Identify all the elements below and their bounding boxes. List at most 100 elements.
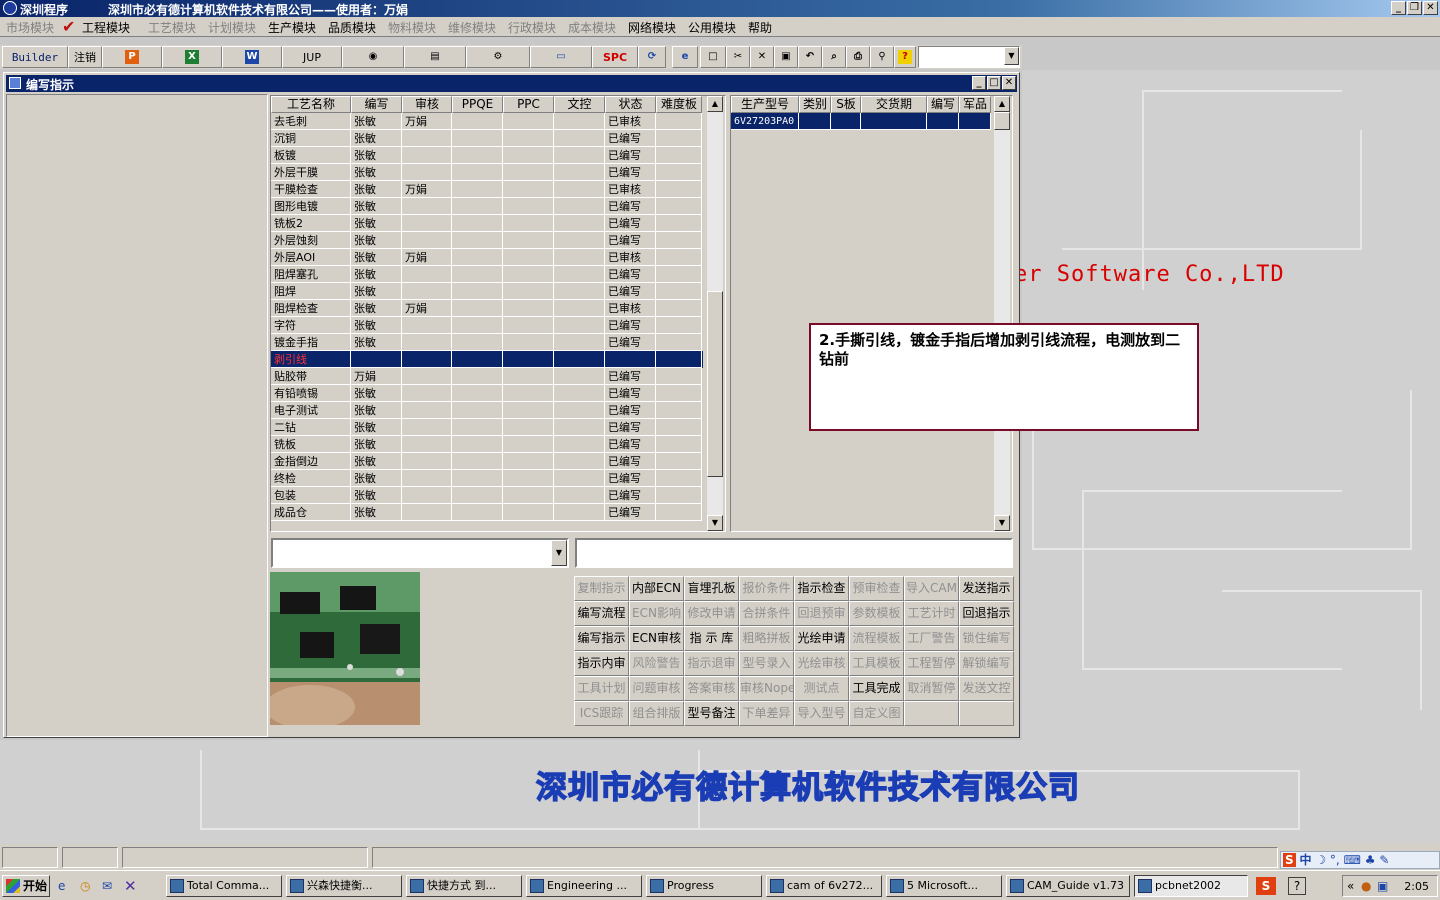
function-button[interactable]: 型号备注	[684, 701, 739, 726]
menu-production[interactable]: 生产模块	[268, 19, 316, 36]
function-button[interactable]: 工厂警告	[904, 626, 959, 651]
help-tray-icon[interactable]: ?	[1288, 877, 1306, 895]
function-button[interactable]: 粗略拼板	[739, 626, 794, 651]
note-text-field[interactable]	[575, 538, 1013, 568]
taskbar-item[interactable]: cam of 6v272...	[766, 875, 882, 897]
column-header[interactable]: S板	[831, 96, 861, 113]
chevron-left-icon[interactable]: «	[1347, 879, 1354, 893]
function-button[interactable]: 审核Nope	[739, 676, 794, 701]
table-row[interactable]: 终检 张敏 已编写	[271, 470, 703, 487]
function-button[interactable]: 风险警告	[629, 651, 684, 676]
scroll-down-icon[interactable]: ▼	[707, 515, 723, 531]
function-button[interactable]: 回退指示	[959, 601, 1014, 626]
column-header[interactable]: 工艺名称	[271, 96, 351, 113]
scroll-up-icon[interactable]: ▲	[994, 96, 1010, 112]
scroll-thumb[interactable]	[994, 112, 1010, 130]
table-row[interactable]: 阻焊 张敏 已编写	[271, 283, 703, 300]
function-button[interactable]: 发送指示	[959, 576, 1014, 601]
undo-button[interactable]: ↶	[798, 46, 822, 68]
delete-button[interactable]: ✕	[750, 46, 774, 68]
function-button[interactable]: 发送文控	[959, 676, 1014, 701]
menu-common[interactable]: 公用模块	[688, 19, 736, 36]
taskbar-item[interactable]: pcbnet2002	[1134, 875, 1248, 897]
table-row[interactable]: 外层干膜 张敏 已编写	[271, 164, 703, 181]
find-button[interactable]: ⚲	[870, 46, 894, 68]
tray-app-icon[interactable]: ●	[1361, 879, 1371, 893]
function-button[interactable]: 解锁编写	[959, 651, 1014, 676]
monitor-icon[interactable]: ▣	[1377, 879, 1388, 893]
menu-engineering[interactable]: 工程模块	[82, 19, 130, 36]
menu-admin[interactable]: 行政模块	[508, 19, 556, 36]
eye-button[interactable]: ◉	[342, 46, 404, 68]
menu-cost[interactable]: 成本模块	[568, 19, 616, 36]
menu-help[interactable]: 帮助	[748, 19, 772, 36]
column-header[interactable]: 编写	[351, 96, 402, 113]
function-button[interactable]: 工具模板	[849, 651, 904, 676]
menu-repair[interactable]: 维修模块	[448, 19, 496, 36]
ie-button[interactable]: e	[672, 46, 698, 68]
taskbar-item[interactable]: 5 Microsoft...	[886, 875, 1002, 897]
taskbar-item[interactable]: Progress	[646, 875, 762, 897]
taskbar-item[interactable]: CAM_Guide v1.73	[1006, 875, 1130, 897]
table-row[interactable]: 二钻 张敏 已编写	[271, 419, 703, 436]
table-row[interactable]: 板镀 张敏 已编写	[271, 147, 703, 164]
function-button[interactable]: 导入型号	[794, 701, 849, 726]
column-header[interactable]: 文控	[554, 96, 605, 113]
menu-process[interactable]: 工艺模块	[148, 19, 196, 36]
table-row[interactable]: 剥引线	[271, 351, 703, 368]
sogou-tray-icon[interactable]: S	[1256, 877, 1276, 895]
menu-plan[interactable]: 计划模块	[208, 19, 256, 36]
table-row[interactable]: 干膜检查 张敏 万娟 已审核	[271, 181, 703, 198]
function-button[interactable]: 工程暂停	[904, 651, 959, 676]
function-button[interactable]: 回退预审	[794, 601, 849, 626]
help-button[interactable]: ?	[894, 46, 916, 68]
jup-button[interactable]: JUP	[282, 46, 342, 68]
function-button[interactable]: 复制指示	[574, 576, 629, 601]
function-button[interactable]: 问题审核	[629, 676, 684, 701]
refresh-button[interactable]: ⟳	[638, 46, 666, 68]
moon-icon[interactable]: ☽	[1315, 853, 1326, 867]
function-button[interactable]: ECN影响	[629, 601, 684, 626]
column-header[interactable]: 交货期	[861, 96, 927, 113]
function-button[interactable]: 指示退审	[684, 651, 739, 676]
logout-button[interactable]: 注销	[68, 46, 102, 68]
column-header[interactable]: PPC	[503, 96, 554, 113]
left-tree-pane[interactable]	[6, 94, 268, 737]
scroll-up-icon[interactable]: ▲	[707, 96, 723, 112]
function-button[interactable]: 修改申请	[684, 601, 739, 626]
column-header[interactable]: 审核	[402, 96, 452, 113]
taskbar-item[interactable]: Total Comma...	[166, 875, 282, 897]
table-row[interactable]: 镀金手指 张敏 已编写	[271, 334, 703, 351]
function-button[interactable]: 型号录入	[739, 651, 794, 676]
model-table-scrollbar[interactable]: ▲ ▼	[994, 96, 1010, 531]
function-button[interactable]	[959, 701, 1014, 726]
process-table[interactable]: 工艺名称 编写 审核 PPQE PPC 文控 状态 难度板 去毛刺 张敏 万娟 已审核 沉铜 张敏 已编写…	[270, 95, 726, 532]
function-button[interactable]: 指示内审	[574, 651, 629, 676]
function-button[interactable]: 工具完成	[849, 676, 904, 701]
column-header[interactable]: 类别	[799, 96, 831, 113]
function-button[interactable]: 流程模板	[849, 626, 904, 651]
function-button[interactable]: 编写指示	[574, 626, 629, 651]
table-row[interactable]: 字符 张敏 已编写	[271, 317, 703, 334]
computer-button[interactable]: ▭	[530, 46, 592, 68]
table-row[interactable]: 外层AOI 张敏 万娟 已审核	[271, 249, 703, 266]
function-button[interactable]: 盲埋孔板	[684, 576, 739, 601]
word-button[interactable]: W	[222, 46, 282, 68]
table-row[interactable]: 铣板2 张敏 已编写	[271, 215, 703, 232]
table-row[interactable]: 有铅喷锡 张敏 已编写	[271, 385, 703, 402]
function-button[interactable]: 导入CAM	[904, 576, 959, 601]
new-button[interactable]: □	[700, 46, 726, 68]
function-button[interactable]: 指示检查	[794, 576, 849, 601]
column-header[interactable]: 难度板	[656, 96, 702, 113]
table-row[interactable]: 金指倒边 张敏 已编写	[271, 453, 703, 470]
ime-mode-label[interactable]: 中	[1299, 853, 1311, 867]
function-button[interactable]: 答案审核	[684, 676, 739, 701]
table-row[interactable]: 贴胶带 万娟 已编写	[271, 368, 703, 385]
network-button[interactable]: ⚙	[466, 46, 530, 68]
function-button[interactable]: 光绘审核	[794, 651, 849, 676]
table-row[interactable]: 去毛刺 张敏 万娟 已审核	[271, 113, 703, 130]
builder-button[interactable]: Builder	[2, 46, 68, 68]
scroll-down-icon[interactable]: ▼	[994, 515, 1010, 531]
table-row[interactable]: 成品仓 张敏 已编写	[271, 504, 703, 521]
cut-button[interactable]: ✂	[726, 46, 750, 68]
